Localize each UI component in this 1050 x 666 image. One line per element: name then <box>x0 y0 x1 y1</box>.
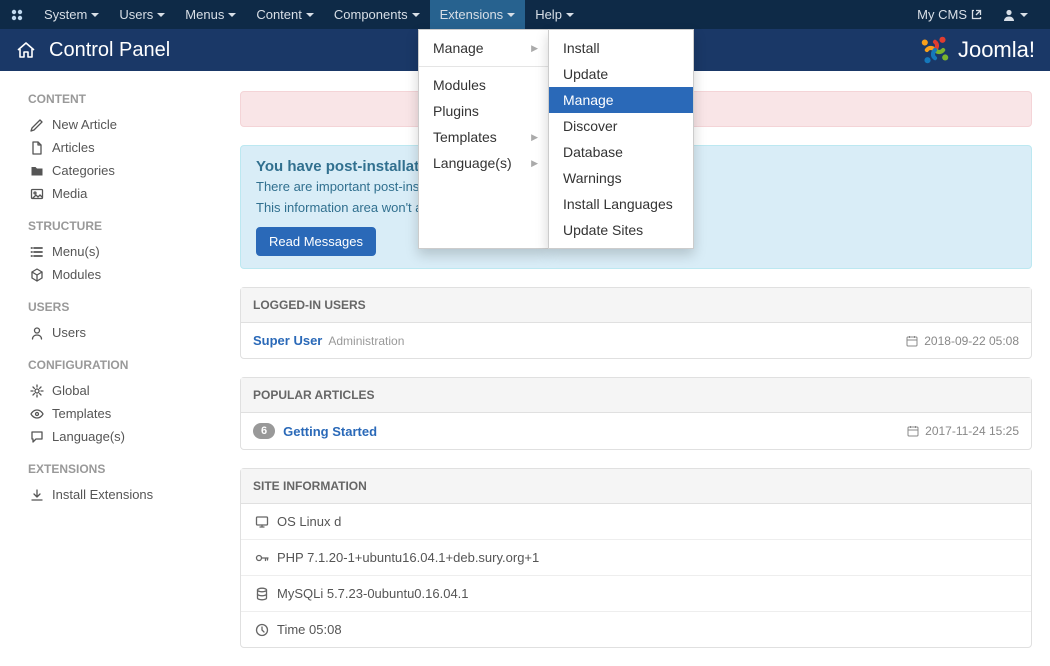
dropdown-col1: Manage▶ ModulesPluginsTemplates▶Language(… <box>418 29 548 249</box>
joomla-logo-icon <box>918 33 952 67</box>
logged-in-users-panel: LOGGED-IN USERS Super User Administratio… <box>240 287 1032 359</box>
menu-help[interactable]: Help <box>525 0 584 29</box>
menu-components[interactable]: Components <box>324 0 430 29</box>
user-menu[interactable] <box>992 0 1038 29</box>
chevron-right-icon: ▶ <box>531 132 538 143</box>
user-row: Super User Administration 2018-09-22 05:… <box>241 323 1031 358</box>
download-icon <box>28 488 46 502</box>
sidebar-item-new-article[interactable]: New Article <box>28 113 240 136</box>
menu-menus[interactable]: Menus <box>175 0 246 29</box>
gear-icon <box>28 384 46 398</box>
screen-icon <box>253 515 271 529</box>
joomla-icon[interactable] <box>0 8 34 22</box>
article-row: 6 Getting Started 2017-11-24 15:25 <box>241 413 1031 449</box>
menu-system[interactable]: System <box>34 0 109 29</box>
folder-icon <box>28 164 46 178</box>
site-info-row: PHP 7.1.20-1+ubuntu16.04.1+deb.sury.org+… <box>241 540 1031 576</box>
user-login-date: 2018-09-22 05:08 <box>906 334 1019 348</box>
sidebar-group-configuration: CONFIGURATION <box>28 358 240 372</box>
panel-title: LOGGED-IN USERS <box>241 288 1031 323</box>
topbar-right: My CMS <box>907 0 1050 29</box>
image-icon <box>28 187 46 201</box>
site-info-row: MySQLi 5.7.23-0ubuntu0.16.04.1 <box>241 576 1031 612</box>
user-link[interactable]: Super User <box>253 333 322 348</box>
read-messages-button[interactable]: Read Messages <box>256 227 376 256</box>
sidebar-item-templates[interactable]: Templates <box>28 402 240 425</box>
home-icon <box>15 39 37 61</box>
hit-count-badge: 6 <box>253 423 275 439</box>
external-link-icon <box>971 9 982 20</box>
sidebar-item-categories[interactable]: Categories <box>28 159 240 182</box>
menu-content[interactable]: Content <box>246 0 324 29</box>
clock-icon <box>253 623 271 637</box>
extensions-dropdown: Manage▶ModulesPluginsTemplates▶Language(… <box>418 29 694 249</box>
sidebar-group-extensions: EXTENSIONS <box>28 462 240 476</box>
site-info-panel: SITE INFORMATION OS Linux dPHP 7.1.20-1+… <box>240 468 1032 648</box>
sidebar-item-users[interactable]: Users <box>28 321 240 344</box>
sidebar-group-users: USERS <box>28 300 240 314</box>
dd-item-database[interactable]: Database <box>549 139 693 165</box>
sidebar-group-content: CONTENT <box>28 92 240 106</box>
site-link[interactable]: My CMS <box>907 0 992 29</box>
key-icon <box>253 551 271 565</box>
menu-users[interactable]: Users <box>109 0 175 29</box>
user-icon <box>28 326 46 340</box>
joomla-brand: Joomla! <box>918 33 1035 67</box>
dd-item-update-sites[interactable]: Update Sites <box>549 217 693 243</box>
dd-item-discover[interactable]: Discover <box>549 113 693 139</box>
dropdown-col2: InstallUpdateManageDiscoverDatabaseWarni… <box>548 29 694 249</box>
cube-icon <box>28 268 46 282</box>
panel-title: POPULAR ARTICLES <box>241 378 1031 413</box>
eye-icon <box>28 407 46 421</box>
sidebar-group-structure: STRUCTURE <box>28 219 240 233</box>
chevron-right-icon: ▶ <box>531 43 538 54</box>
site-info-row: OS Linux d <box>241 504 1031 540</box>
article-link[interactable]: Getting Started <box>283 424 377 439</box>
sidebar-item-install-extensions[interactable]: Install Extensions <box>28 483 240 506</box>
calendar-icon <box>907 425 919 437</box>
db-icon <box>253 587 271 601</box>
dd-item-language-s-[interactable]: Language(s)▶ <box>419 150 548 176</box>
sidebar-item-media[interactable]: Media <box>28 182 240 205</box>
dd-item-modules[interactable]: Modules <box>419 72 548 98</box>
sidebar-item-articles[interactable]: Articles <box>28 136 240 159</box>
calendar-icon <box>906 335 918 347</box>
dd-item-manage[interactable]: Manage <box>549 87 693 113</box>
menu-extensions[interactable]: Extensions <box>430 0 526 29</box>
page-title: Control Panel <box>49 39 170 62</box>
file-icon <box>28 141 46 155</box>
pencil-icon <box>28 118 46 132</box>
sidebar: CONTENT New ArticleArticlesCategoriesMedi… <box>0 71 240 666</box>
site-info-row: Time 05:08 <box>241 612 1031 647</box>
chat-icon <box>28 430 46 444</box>
panel-title: SITE INFORMATION <box>241 469 1031 504</box>
dd-item-plugins[interactable]: Plugins <box>419 98 548 124</box>
chevron-right-icon: ▶ <box>531 158 538 169</box>
popular-articles-panel: POPULAR ARTICLES 6 Getting Started 2017-… <box>240 377 1032 450</box>
article-date: 2017-11-24 15:25 <box>907 424 1019 438</box>
sidebar-item-modules[interactable]: Modules <box>28 263 240 286</box>
sidebar-item-language-s-[interactable]: Language(s) <box>28 425 240 448</box>
top-menubar: SystemUsersMenusContentComponentsExtensi… <box>0 0 1050 29</box>
dd-item-warnings[interactable]: Warnings <box>549 165 693 191</box>
dd-item-install-languages[interactable]: Install Languages <box>549 191 693 217</box>
sidebar-item-menu-s-[interactable]: Menu(s) <box>28 240 240 263</box>
user-role: Administration <box>328 334 404 348</box>
list-icon <box>28 245 46 259</box>
sidebar-item-global[interactable]: Global <box>28 379 240 402</box>
dd-item-templates[interactable]: Templates▶ <box>419 124 548 150</box>
dd-item-update[interactable]: Update <box>549 61 693 87</box>
dd-item-manage[interactable]: Manage▶ <box>419 35 548 61</box>
dd-item-install[interactable]: Install <box>549 35 693 61</box>
